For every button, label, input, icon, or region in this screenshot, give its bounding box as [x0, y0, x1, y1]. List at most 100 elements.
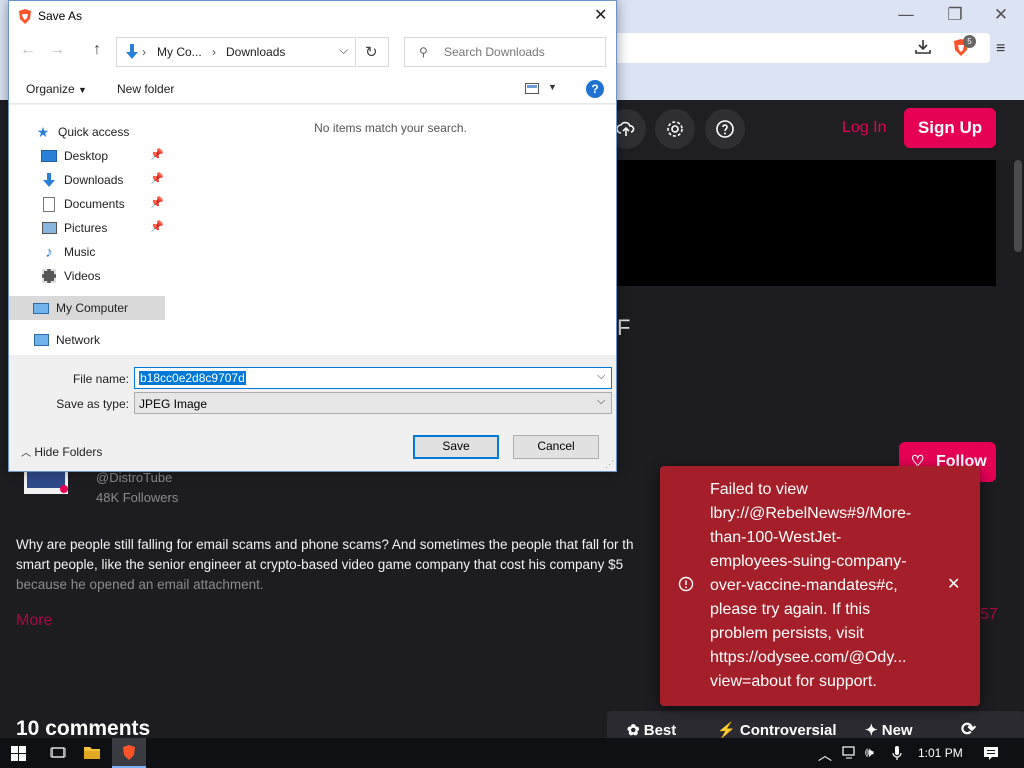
forward-arrow-icon[interactable]: → [49, 41, 65, 59]
help-icon[interactable] [705, 109, 745, 149]
refresh-button[interactable]: ↻ [357, 37, 389, 67]
network-icon[interactable] [842, 746, 858, 760]
microphone-icon[interactable] [892, 745, 902, 761]
scrollbar-thumb[interactable] [1014, 160, 1022, 252]
organize-button[interactable]: Organize ▼ [26, 82, 87, 96]
file-name-dropdown-icon[interactable]: ⌵ [597, 370, 605, 383]
description-line: Why are people still falling for email s… [16, 537, 634, 552]
tree-item-pictures[interactable]: Pictures 📌 [9, 216, 165, 240]
organize-label: Organize [26, 82, 75, 96]
signup-button[interactable]: Sign Up [904, 108, 996, 148]
refresh-comments-icon[interactable]: ⟳ [961, 719, 976, 740]
new-folder-button[interactable]: New folder [117, 82, 174, 96]
dropdown-arrow-icon: ▼ [78, 85, 87, 95]
dialog-close-icon[interactable]: ✕ [594, 5, 607, 24]
tree-item-quick-access[interactable]: ★ Quick access [9, 120, 165, 144]
save-button[interactable]: Save [413, 435, 499, 459]
help-icon[interactable]: ? [586, 80, 604, 98]
tree-item-videos[interactable]: Videos [9, 264, 165, 288]
toast-line: view=about for support. [710, 673, 877, 690]
taskbar: ︿ 🕪 1:01 PM [0, 738, 1024, 768]
refresh-icon: ↻ [365, 44, 378, 61]
computer-icon [32, 300, 50, 316]
file-explorer-icon[interactable] [83, 745, 101, 760]
network-icon [32, 332, 50, 348]
toast-line: Failed to view [710, 481, 808, 498]
menu-icon[interactable]: ≡ [996, 40, 1005, 58]
cancel-button[interactable]: Cancel [513, 435, 599, 459]
back-arrow-icon[interactable]: ← [20, 41, 36, 59]
downloads-arrow-icon [40, 172, 58, 188]
close-window-button[interactable]: ✕ [978, 0, 1024, 30]
sort-controversial-label: Controversial [739, 722, 837, 739]
toast-line: over-vaccine-mandates#c, [710, 577, 898, 594]
tree-label: Videos [64, 269, 101, 283]
show-hidden-icons-chevron-icon[interactable]: ︿ [818, 745, 832, 765]
tree-item-documents[interactable]: Documents 📌 [9, 192, 165, 216]
save-type-select[interactable]: JPEG Image ⌵ [134, 392, 612, 414]
pin-icon[interactable]: 📌 [150, 172, 164, 185]
tree-item-downloads[interactable]: Downloads 📌 [9, 168, 165, 192]
tree-label: Network [56, 333, 101, 347]
sort-controversial-button[interactable]: ⚡ Controversial [717, 721, 837, 739]
file-list[interactable]: No items match your search. [165, 105, 616, 355]
breadcrumb-dropdown-chevron-icon[interactable]: ⌵ [339, 43, 348, 58]
minimize-button[interactable]: — [883, 0, 929, 30]
tree-label: Quick access [58, 125, 130, 139]
settings-gear-icon[interactable] [655, 109, 695, 149]
more-link[interactable]: More [16, 612, 52, 630]
dialog-titlebar[interactable]: Save As ✕ [9, 1, 616, 31]
page-scrollbar[interactable] [1012, 160, 1024, 738]
navigation-pane: ★ Quick access Desktop 📌 Downloads 📌 Docu… [9, 105, 165, 355]
pin-icon[interactable]: 📌 [150, 220, 164, 233]
tree-item-my-computer[interactable]: My Computer [9, 296, 165, 320]
resize-grip-icon[interactable]: ⋰ [605, 459, 614, 470]
breadcrumb-separator-icon: › [142, 45, 146, 59]
breadcrumb-downloads[interactable]: Downloads [226, 45, 285, 59]
tree-label: Desktop [64, 149, 109, 163]
clock[interactable]: 1:01 PM [918, 746, 963, 760]
tree-label: Music [64, 245, 96, 259]
login-link[interactable]: Log In [842, 119, 886, 137]
hide-folders-button[interactable]: ︿ Hide Folders [21, 444, 102, 459]
pin-icon[interactable]: 📌 [150, 148, 164, 161]
address-bar[interactable]: 5 [610, 33, 990, 63]
star-icon: ★ [36, 123, 50, 140]
brave-taskbar-button[interactable] [112, 738, 146, 768]
download-icon[interactable] [914, 39, 932, 55]
tree-item-music[interactable]: ♪ Music [9, 240, 165, 264]
save-type-value: JPEG Image [139, 397, 208, 411]
view-dropdown-icon[interactable]: ▼ [548, 82, 557, 92]
file-name-label: File name: [72, 372, 129, 386]
video-player[interactable] [610, 160, 996, 286]
toast-message: Failed to view lbry://@RebelNews#9/More-… [710, 478, 935, 694]
file-name-input[interactable]: b18cc0e2d8c9707d ⌵ [134, 367, 612, 389]
volume-icon[interactable]: 🕪 [865, 744, 874, 761]
notifications-icon[interactable] [983, 746, 999, 761]
pin-icon[interactable]: 📌 [150, 196, 164, 209]
task-view-icon[interactable] [50, 746, 66, 760]
tree-item-network[interactable]: Network [9, 328, 165, 352]
up-arrow-icon[interactable]: ↑ [93, 41, 101, 59]
view-options-icon[interactable] [525, 83, 539, 94]
chevron-up-icon: ︿ [21, 448, 31, 459]
sort-best-button[interactable]: ✿ Best [627, 721, 676, 739]
toast-close-icon[interactable]: ✕ [947, 574, 960, 593]
brave-shields-icon[interactable]: 5 [950, 35, 976, 59]
sort-new-button[interactable]: ✦ New [865, 721, 913, 739]
toast-line: problem persists, visit [710, 625, 864, 642]
breadcrumb-my-computer[interactable]: My Co... [157, 45, 202, 59]
save-type-dropdown-icon[interactable]: ⌵ [597, 395, 605, 408]
maximize-button[interactable]: ❐ [932, 0, 978, 30]
windows-start-icon[interactable] [11, 746, 26, 761]
sort-best-label: Best [643, 722, 677, 739]
breadcrumb[interactable]: › My Co... › Downloads ⌵ [116, 37, 356, 67]
tree-item-desktop[interactable]: Desktop 📌 [9, 144, 165, 168]
music-note-icon: ♪ [45, 243, 53, 261]
desktop-icon [40, 148, 58, 164]
toast-line: lbry://@RebelNews#9/More- [710, 505, 912, 522]
save-as-dialog: Save As ✕ ← → ↑ › My Co... › Downloads ⌵… [8, 0, 617, 472]
search-input[interactable]: ⚲ Search Downloads [404, 37, 606, 67]
sort-new-label: New [881, 722, 913, 739]
channel-handle[interactable]: @DistroTube [96, 470, 172, 485]
